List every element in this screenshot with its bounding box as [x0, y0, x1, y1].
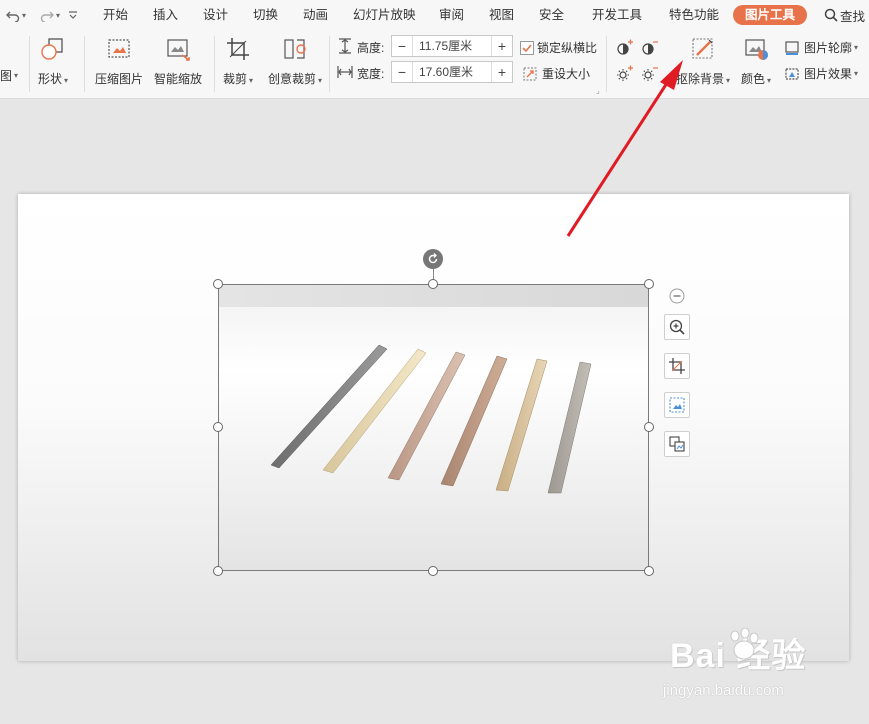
paw-logo-icon — [730, 628, 759, 660]
annotation-arrow — [566, 60, 683, 237]
baidu-watermark: Bai 经验 jingyan.baidu.com — [660, 628, 860, 708]
watermark-url: jingyan.baidu.com — [663, 682, 784, 699]
